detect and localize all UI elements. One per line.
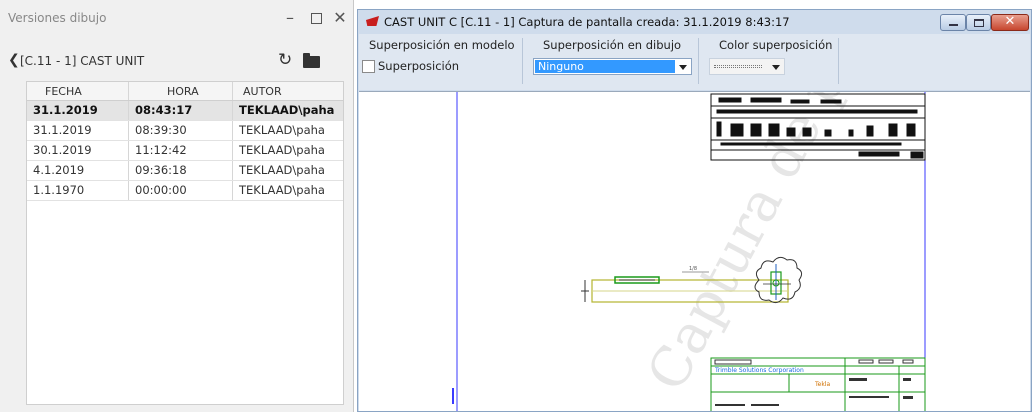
drawing-overlay-select[interactable]: Ninguno (533, 58, 692, 75)
panel-title: Versiones dibujo (8, 11, 107, 25)
title-block-field: Tekla (814, 381, 830, 388)
cast-unit-view: 1/8 (581, 256, 803, 304)
cell-autor: TEKLAAD\paha (239, 123, 325, 137)
cell-fecha: 4.1.2019 (27, 161, 129, 180)
line-style-swatch (714, 65, 762, 68)
breadcrumb-label: [C.11 - 1] CAST UNIT (20, 54, 145, 68)
table-row[interactable]: 1.1.1970 00:00:00 TEKLAAD\paha (27, 181, 343, 201)
schedule-block (710, 93, 926, 161)
title-block-company: Trimble Solutions Corporation (714, 367, 804, 374)
chevron-down-icon (679, 65, 687, 70)
table-row[interactable]: 31.1.2019 08:43:17 TEKLAAD\paha (27, 101, 343, 121)
cell-hora: 08:43:17 (129, 101, 233, 120)
maximize-button[interactable] (304, 6, 328, 30)
snapshot-window: CAST UNIT C [C.11 - 1] Captura de pantal… (357, 9, 1032, 412)
cell-fecha: 1.1.1970 (27, 181, 129, 200)
cell-fecha: 30.1.2019 (27, 141, 129, 160)
drawing-overlay-group: Superposición en dibujo Ninguno (525, 38, 699, 84)
window-title: CAST UNIT C [C.11 - 1] Captura de pantal… (384, 15, 790, 29)
window-maximize-button[interactable] (966, 14, 991, 31)
cell-autor: TEKLAAD\paha (239, 143, 325, 157)
cell-autor: TEKLAAD\paha (239, 183, 325, 197)
model-overlay-group: Superposición en modelo Superposición (359, 38, 523, 84)
table-row[interactable]: 31.1.2019 08:39:30 TEKLAAD\paha (27, 121, 343, 141)
window-titlebar[interactable]: CAST UNIT C [C.11 - 1] Captura de pantal… (358, 10, 1031, 34)
close-button[interactable]: ✕ (328, 6, 352, 30)
maximize-icon (974, 19, 984, 27)
cell-fecha: 31.1.2019 (27, 101, 129, 120)
drawing-overlay-label: Superposición en dibujo (543, 38, 682, 52)
color-overlay-select[interactable] (709, 58, 785, 75)
cell-hora: 09:36:18 (129, 161, 233, 180)
maximize-icon (310, 13, 322, 24)
tekla-app-icon (366, 16, 379, 26)
column-header-autor[interactable]: AUTOR (233, 82, 345, 100)
table-row[interactable]: 4.1.2019 09:36:18 TEKLAAD\paha (27, 161, 343, 181)
window-minimize-button[interactable] (940, 14, 966, 31)
svg-text:1/8: 1/8 (689, 266, 697, 272)
table-row[interactable]: 30.1.2019 11:12:42 TEKLAAD\paha (27, 141, 343, 161)
refresh-icon[interactable]: ↻ (278, 50, 292, 70)
color-overlay-label: Color superposición (719, 38, 833, 52)
overlay-toolbar: Superposición en modelo Superposición Su… (359, 34, 1030, 90)
drawing-overlay-value: Ninguno (535, 60, 675, 73)
versions-table: FECHA HORA AUTOR 31.1.2019 08:43:17 TEKL… (26, 81, 344, 405)
breadcrumb: ❮ [C.11 - 1] CAST UNIT ↻ (0, 50, 354, 74)
cell-autor: TEKLAAD\paha (239, 163, 325, 177)
panel-titlebar: Versiones dibujo – ✕ (0, 0, 354, 38)
close-icon: ✕ (1004, 14, 1016, 29)
cell-hora: 11:12:42 (129, 141, 233, 160)
drawing-versions-panel: Versiones dibujo – ✕ ❮ [C.11 - 1] CAST U… (0, 0, 354, 412)
cell-fecha: 31.1.2019 (27, 121, 129, 140)
column-header-hora[interactable]: HORA (129, 82, 233, 100)
drawing-svg: 1/8 Trimble Solutions Corporation Tekla (452, 92, 926, 411)
cell-hora: 00:00:00 (129, 181, 233, 200)
color-overlay-group: Color superposición (701, 38, 839, 84)
minimize-button[interactable]: – (278, 6, 302, 30)
overlay-checkbox-label[interactable]: Superposición (378, 59, 459, 73)
minimize-icon (949, 24, 958, 26)
model-overlay-label: Superposición en modelo (369, 38, 515, 52)
cell-hora: 08:39:30 (129, 121, 233, 140)
chevron-down-icon (772, 65, 780, 70)
overlay-checkbox[interactable] (362, 60, 375, 73)
chevron-left-icon[interactable]: ❮ (8, 52, 20, 68)
table-header: FECHA HORA AUTOR (27, 82, 343, 101)
drawing-canvas[interactable]: Captura de pa 1/8 Trimble Solutions Corp… (359, 91, 1030, 411)
column-header-fecha[interactable]: FECHA (27, 82, 129, 100)
window-close-button[interactable]: ✕ (991, 14, 1029, 31)
folder-icon[interactable] (303, 53, 320, 68)
cell-autor: TEKLAAD\paha (239, 103, 335, 117)
